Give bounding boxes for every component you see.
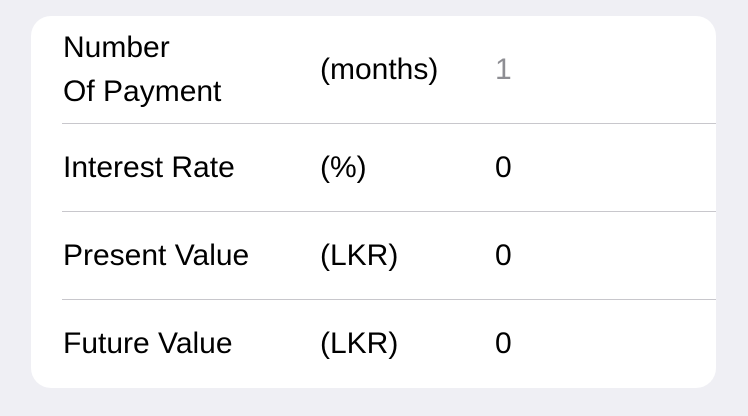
present-value-unit: (LKR) [320, 239, 399, 272]
interest-rate-unit: (%) [320, 151, 367, 184]
number-of-payment-unit: (months) [320, 53, 439, 86]
interest-rate-input[interactable] [495, 151, 695, 185]
interest-rate-label: Interest Rate [63, 151, 235, 184]
future-value-row: Future Value (LKR) [31, 300, 716, 388]
input-card: Number Of Payment (months) Interest Rate… [31, 16, 716, 388]
number-of-payment-input[interactable] [495, 53, 695, 87]
future-value-label: Future Value [63, 327, 233, 360]
future-value-input[interactable] [495, 327, 695, 361]
interest-rate-row: Interest Rate (%) [31, 124, 716, 212]
present-value-input[interactable] [495, 239, 695, 273]
number-of-payment-row: Number Of Payment (months) [31, 16, 716, 124]
future-value-unit: (LKR) [320, 327, 399, 360]
present-value-row: Present Value (LKR) [31, 212, 716, 300]
number-of-payment-label: Number Of Payment [63, 31, 222, 108]
present-value-label: Present Value [63, 239, 250, 272]
